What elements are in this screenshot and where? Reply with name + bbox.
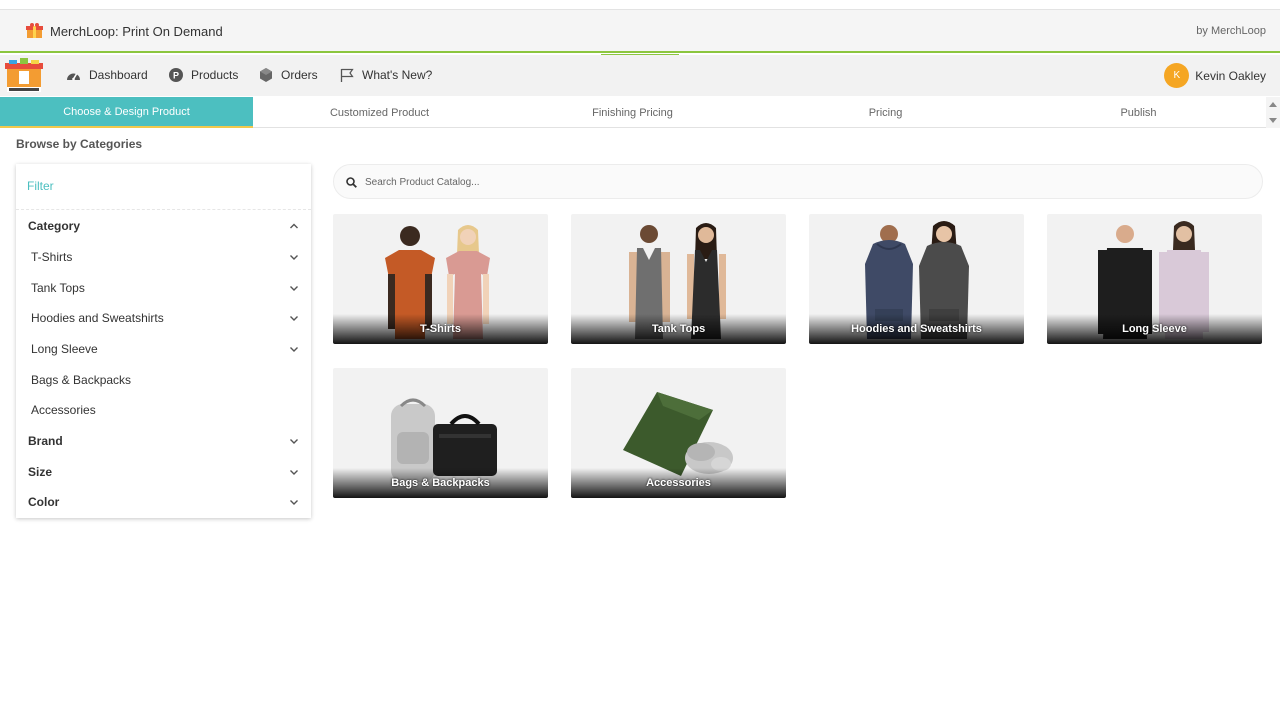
step-tabs: Choose & Design Product Customized Produ… bbox=[0, 97, 1266, 128]
app-title: MerchLoop: Print On Demand bbox=[50, 24, 223, 39]
category-item-tank-tops[interactable]: Tank Tops bbox=[16, 278, 311, 298]
product-card-t-shirts[interactable]: T-Shirts bbox=[333, 214, 548, 344]
filter-group-category-label: Category bbox=[28, 219, 81, 233]
category-item-label: T-Shirts bbox=[31, 250, 73, 264]
category-item-accessories[interactable]: Accessories bbox=[16, 400, 311, 420]
category-item-hoodies[interactable]: Hoodies and Sweatshirts bbox=[16, 308, 311, 328]
category-item-label: Accessories bbox=[31, 403, 96, 417]
product-search-bar bbox=[333, 164, 1263, 199]
search-input[interactable] bbox=[365, 174, 1225, 190]
filter-group-size-label: Size bbox=[28, 465, 53, 479]
scroll-down-arrow-icon[interactable] bbox=[1269, 118, 1277, 123]
product-card-accessories[interactable]: Accessories bbox=[571, 368, 786, 498]
tab-pricing[interactable]: Pricing bbox=[759, 97, 1012, 128]
product-card-long-sleeve[interactable]: Long Sleeve bbox=[1047, 214, 1262, 344]
chevron-up-icon bbox=[290, 223, 298, 229]
card-label: Long Sleeve bbox=[1122, 323, 1187, 335]
browser-top-strip bbox=[0, 0, 1280, 10]
flag-icon bbox=[340, 68, 354, 82]
dashboard-icon bbox=[67, 73, 80, 80]
chevron-down-icon bbox=[290, 470, 298, 475]
category-item-label: Tank Tops bbox=[31, 281, 85, 295]
product-card-tank-tops[interactable]: Tank Tops bbox=[571, 214, 786, 344]
nav-dashboard[interactable]: Dashboard bbox=[66, 67, 148, 83]
category-item-label: Hoodies and Sweatshirts bbox=[31, 311, 164, 325]
tab-finishing-pricing[interactable]: Finishing Pricing bbox=[506, 97, 759, 128]
nav-whats-new-label: What's New? bbox=[362, 68, 433, 82]
nav-products-label: Products bbox=[191, 68, 239, 82]
nav-orders-label: Orders bbox=[281, 68, 318, 82]
category-item-label: Bags & Backpacks bbox=[31, 373, 132, 387]
filter-group-brand-label: Brand bbox=[28, 434, 63, 448]
nav-whats-new[interactable]: What's New? bbox=[340, 67, 432, 83]
app-title-bar: MerchLoop: Print On Demand by MerchLoop bbox=[0, 10, 1280, 53]
nav-dashboard-label: Dashboard bbox=[89, 68, 148, 82]
chevron-down-icon[interactable] bbox=[289, 283, 299, 293]
main-navbar: Dashboard P Products Orders What's New? bbox=[0, 55, 1280, 96]
filter-title: Filter bbox=[27, 179, 54, 193]
card-label: Bags & Backpacks bbox=[391, 477, 490, 489]
orders-icon bbox=[260, 68, 272, 82]
card-label: Hoodies and Sweatshirts bbox=[851, 323, 982, 335]
chevron-down-icon[interactable] bbox=[289, 252, 299, 262]
filter-group-size[interactable]: Size bbox=[16, 462, 311, 482]
user-menu[interactable]: K Kevin Oakley bbox=[1164, 63, 1266, 88]
user-avatar: K bbox=[1164, 63, 1190, 88]
products-icon: P bbox=[169, 68, 183, 82]
user-name: Kevin Oakley bbox=[1195, 68, 1266, 83]
card-label: Tank Tops bbox=[651, 323, 706, 335]
search-icon bbox=[346, 177, 357, 188]
filter-group-brand[interactable]: Brand bbox=[16, 431, 311, 451]
tab-customized-product[interactable]: Customized Product bbox=[253, 97, 506, 128]
filter-group-category[interactable]: Category bbox=[16, 216, 311, 236]
tab-choose-design-product[interactable]: Choose & Design Product bbox=[0, 97, 253, 128]
gift-box-icon bbox=[26, 23, 43, 38]
category-item-t-shirts[interactable]: T-Shirts bbox=[16, 247, 311, 267]
category-item-label: Long Sleeve bbox=[31, 342, 98, 356]
browse-categories-heading: Browse by Categories bbox=[16, 137, 143, 151]
card-label: T-Shirts bbox=[420, 323, 461, 335]
filter-divider bbox=[16, 209, 311, 210]
filter-group-color[interactable]: Color bbox=[16, 492, 311, 512]
nav-orders[interactable]: Orders bbox=[259, 67, 318, 83]
svg-text:P: P bbox=[173, 71, 179, 81]
chevron-down-icon[interactable] bbox=[289, 313, 299, 323]
filter-group-color-label: Color bbox=[28, 495, 60, 509]
filter-panel: Filter Category T-Shirts Tank Tops Hoodi… bbox=[16, 164, 311, 518]
scroll-up-arrow-icon[interactable] bbox=[1269, 102, 1277, 107]
chevron-down-icon bbox=[290, 500, 298, 505]
category-item-long-sleeve[interactable]: Long Sleeve bbox=[16, 339, 311, 359]
tab-publish[interactable]: Publish bbox=[1012, 97, 1265, 128]
product-card-bags-backpacks[interactable]: Bags & Backpacks bbox=[333, 368, 548, 498]
card-label: Accessories bbox=[646, 477, 711, 489]
app-byline: by MerchLoop bbox=[1196, 25, 1266, 37]
chevron-down-icon bbox=[290, 439, 298, 444]
nav-products[interactable]: P Products bbox=[169, 67, 238, 83]
app-window: MerchLoop: Print On Demand by MerchLoop … bbox=[0, 0, 1280, 720]
chevron-down-icon[interactable] bbox=[289, 344, 299, 354]
product-card-hoodies[interactable]: Hoodies and Sweatshirts bbox=[809, 214, 1024, 344]
merchloop-logo[interactable] bbox=[5, 57, 43, 93]
tabs-scrollbar[interactable] bbox=[1266, 97, 1280, 128]
category-item-bags-backpacks[interactable]: Bags & Backpacks bbox=[16, 370, 311, 390]
